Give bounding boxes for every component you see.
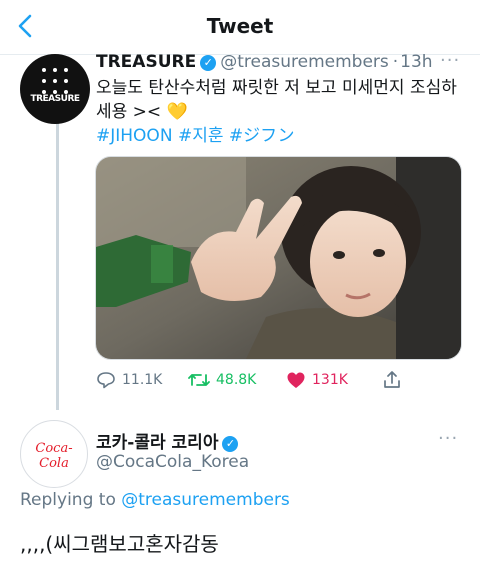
author-handle[interactable]: @treasuremembers [220, 52, 389, 72]
avatar[interactable]: TREASURE [20, 54, 90, 124]
replying-to-link[interactable]: @treasuremembers [121, 490, 290, 510]
author-handle[interactable]: @CocaCola_Korea [96, 452, 249, 472]
hashtag-link[interactable]: #ジフン [229, 126, 295, 146]
author-name[interactable]: TREASURE [96, 52, 196, 72]
retweet-icon [188, 374, 210, 386]
page-title: Tweet [206, 14, 274, 38]
author-name[interactable]: 코카-콜라 코리아 [96, 433, 218, 453]
more-options-icon[interactable]: ··· [438, 428, 458, 449]
heart-filled-icon [287, 372, 305, 388]
timestamp[interactable]: 13h [400, 52, 432, 72]
tweet-actions: 11.1K 48.8K 131K [96, 370, 456, 396]
selfie-photo-illustration [96, 157, 461, 359]
separator: · [392, 52, 399, 72]
tweet-header: TREASURE ✓ @treasuremembers · 13h [96, 52, 433, 72]
more-options-icon[interactable]: ··· [440, 50, 460, 71]
like-button[interactable]: 131K [286, 370, 348, 390]
reply-button[interactable]: 11.1K [96, 370, 162, 390]
like-count: 131K [312, 372, 348, 388]
coca-cola-logo: Coca-Cola [35, 441, 73, 471]
reply-count: 11.1K [122, 372, 163, 388]
reply-text: ,,,,(씨그램보고혼자감동 [20, 532, 219, 556]
avatar-logo-text: TREASURE [30, 94, 80, 104]
retweet-button[interactable]: 48.8K [188, 370, 256, 390]
reply-icon [97, 372, 115, 389]
share-button[interactable] [382, 370, 402, 390]
hashtag-link[interactable]: #JIHOON [96, 126, 173, 146]
verified-badge-icon: ✓ [200, 55, 217, 71]
thread-connector-line [56, 120, 59, 410]
hashtag-link[interactable]: #지훈 [178, 126, 224, 146]
reply-author: 코카-콜라 코리아 ✓ [96, 428, 239, 453]
avatar[interactable]: Coca-Cola [20, 420, 88, 488]
retweet-count: 48.8K [216, 372, 257, 388]
tweet-photo[interactable] [95, 156, 462, 360]
replying-to-label: Replying to [20, 490, 116, 510]
hashtags: #JIHOON #지훈 #ジフン [96, 121, 294, 146]
share-icon [384, 371, 400, 388]
tweet-text: 오늘도 탄산수처럼 짜릿한 저 보고 미세먼지 조심하세용 >< 💛 [96, 78, 457, 122]
verified-badge-icon: ✓ [222, 436, 239, 452]
replying-to-line: Replying to @treasuremembers [20, 490, 290, 510]
